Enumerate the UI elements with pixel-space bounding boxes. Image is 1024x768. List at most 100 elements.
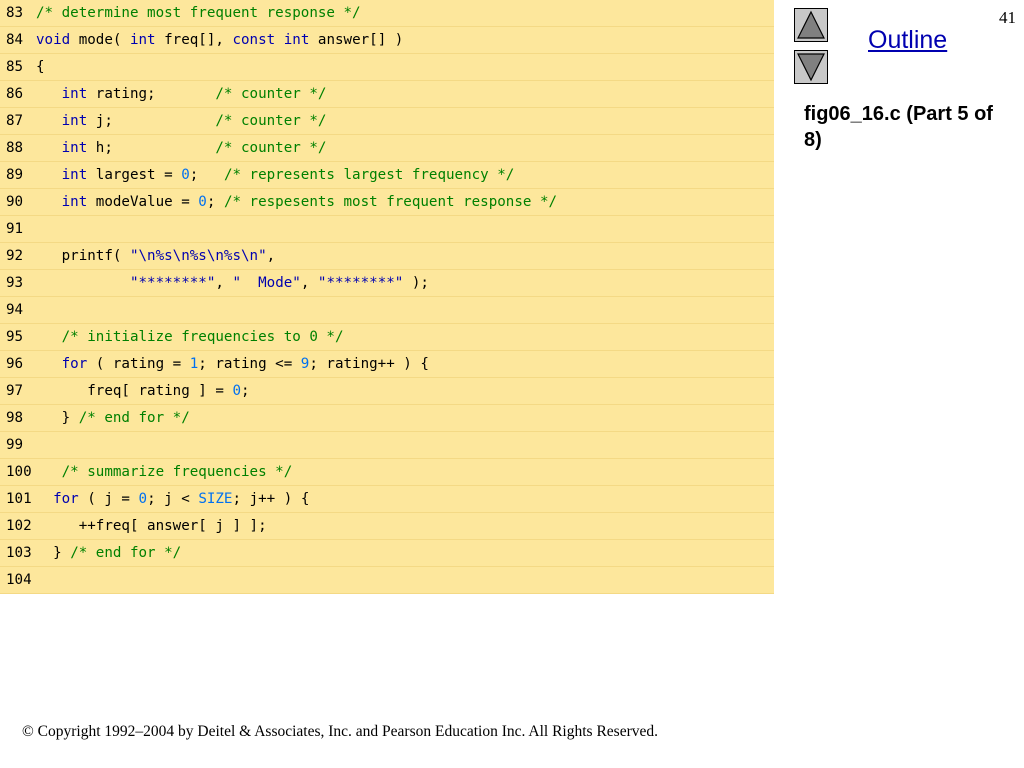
code-number: 1 bbox=[189, 356, 199, 372]
code-text: "********", " Mode", "********" ); bbox=[36, 270, 429, 296]
code-line: 84 void mode( int freq[], const int answe… bbox=[0, 27, 774, 54]
code-plain: , bbox=[300, 275, 318, 291]
code-comment: /* determine most frequent response */ bbox=[36, 5, 361, 21]
code-text: int h; /* counter */ bbox=[36, 135, 327, 161]
code-plain: ; rating <= bbox=[198, 356, 301, 372]
code-comment: /* counter */ bbox=[215, 86, 327, 102]
code-line: 103 } /* end for */ bbox=[0, 540, 774, 567]
triangle-up-icon bbox=[797, 10, 825, 39]
code-line: 101 for ( j = 0; j < SIZE; j++ ) { bbox=[0, 486, 774, 513]
code-plain: modeValue = bbox=[87, 194, 199, 210]
line-number: 88 bbox=[6, 140, 24, 156]
line-number: 102 bbox=[6, 518, 32, 534]
line-number: 85 bbox=[6, 59, 24, 75]
code-string: "********" bbox=[317, 275, 404, 291]
code-text: int j; /* counter */ bbox=[36, 108, 327, 134]
line-number: 90 bbox=[6, 194, 24, 210]
code-line: 89 int largest = 0; /* represents larges… bbox=[0, 162, 774, 189]
code-plain: rating; bbox=[87, 86, 216, 102]
line-number: 101 bbox=[6, 491, 32, 507]
code-text: for ( rating = 1; rating <= 9; rating++ … bbox=[36, 351, 429, 377]
code-line: 92 printf( "\n%s\n%s\n%s\n", bbox=[0, 243, 774, 270]
code-plain: { bbox=[36, 59, 45, 75]
previous-slide-button[interactable] bbox=[794, 8, 828, 42]
code-plain: largest = bbox=[87, 167, 182, 183]
code-line: 104 bbox=[0, 567, 774, 594]
figure-caption: fig06_16.c (Part 5 of 8) bbox=[804, 103, 993, 151]
code-text: void mode( int freq[], const int answer[… bbox=[36, 27, 403, 53]
line-number: 93 bbox=[6, 275, 24, 291]
code-line: 85 { bbox=[0, 54, 774, 81]
code-plain: , bbox=[215, 275, 233, 291]
code-plain: ; j < bbox=[147, 491, 199, 507]
code-comment: /* initialize frequencies to 0 */ bbox=[61, 329, 344, 345]
code-comment: /* respesents most frequent response */ bbox=[223, 194, 558, 210]
copyright-notice: © Copyright 1992–2004 by Deitel & Associ… bbox=[22, 723, 658, 740]
code-number: 0 bbox=[232, 383, 242, 399]
code-comment: /* represents largest frequency */ bbox=[223, 167, 515, 183]
code-comment: /* end for */ bbox=[78, 410, 190, 426]
code-line: 98 } /* end for */ bbox=[0, 405, 774, 432]
code-text: { bbox=[36, 54, 45, 80]
code-keyword: for bbox=[53, 491, 79, 507]
code-number: SIZE bbox=[198, 491, 233, 507]
code-plain: freq[ rating ] = bbox=[87, 383, 233, 399]
code-line: 100 /* summarize frequencies */ bbox=[0, 459, 774, 486]
code-keyword: int bbox=[283, 32, 310, 48]
line-number: 99 bbox=[6, 437, 24, 453]
code-plain: mode( bbox=[70, 32, 130, 48]
code-text: /* summarize frequencies */ bbox=[36, 459, 293, 485]
code-plain: ); bbox=[403, 275, 429, 291]
code-number: 0 bbox=[138, 491, 148, 507]
code-plain: ; j++ ) { bbox=[232, 491, 310, 507]
code-text: int modeValue = 0; /* respesents most fr… bbox=[36, 189, 557, 215]
code-keyword: int bbox=[61, 140, 88, 156]
code-plain: ++freq[ answer[ j ] ]; bbox=[78, 518, 267, 534]
line-number: 92 bbox=[6, 248, 24, 264]
code-line: 91 bbox=[0, 216, 774, 243]
code-comment: /* summarize frequencies */ bbox=[61, 464, 293, 480]
code-plain: answer[] ) bbox=[309, 32, 404, 48]
line-number: 84 bbox=[6, 32, 24, 48]
code-line: 97 freq[ rating ] = 0; bbox=[0, 378, 774, 405]
code-plain: ( j = bbox=[78, 491, 139, 507]
code-plain bbox=[275, 32, 284, 48]
code-line: 88 int h; /* counter */ bbox=[0, 135, 774, 162]
code-keyword: void bbox=[36, 32, 71, 48]
code-line: 83 /* determine most frequent response */ bbox=[0, 0, 774, 27]
code-plain: } bbox=[53, 545, 71, 561]
code-text: } /* end for */ bbox=[36, 540, 181, 566]
line-number: 100 bbox=[6, 464, 32, 480]
page-number: 41 bbox=[999, 8, 1016, 27]
code-line: 87 int j; /* counter */ bbox=[0, 108, 774, 135]
code-keyword: int bbox=[129, 32, 156, 48]
line-number: 98 bbox=[6, 410, 24, 426]
next-slide-button[interactable] bbox=[794, 50, 828, 84]
code-keyword: for bbox=[61, 356, 88, 372]
code-plain: freq[], bbox=[155, 32, 233, 48]
line-number: 104 bbox=[6, 572, 32, 588]
outline-link[interactable]: Outline bbox=[868, 26, 947, 55]
line-number: 97 bbox=[6, 383, 24, 399]
code-listing: 83 /* determine most frequent response */… bbox=[0, 0, 774, 594]
code-plain: h; bbox=[87, 140, 216, 156]
code-plain: ; bbox=[241, 383, 250, 399]
code-number: 0 bbox=[181, 167, 190, 183]
code-text: for ( j = 0; j < SIZE; j++ ) { bbox=[36, 486, 309, 512]
code-string: " Mode" bbox=[232, 275, 301, 291]
code-keyword: const bbox=[232, 32, 276, 48]
line-number: 103 bbox=[6, 545, 32, 561]
line-number: 87 bbox=[6, 113, 24, 129]
code-comment: /* counter */ bbox=[215, 113, 327, 129]
code-line: 102 ++freq[ answer[ j ] ]; bbox=[0, 513, 774, 540]
